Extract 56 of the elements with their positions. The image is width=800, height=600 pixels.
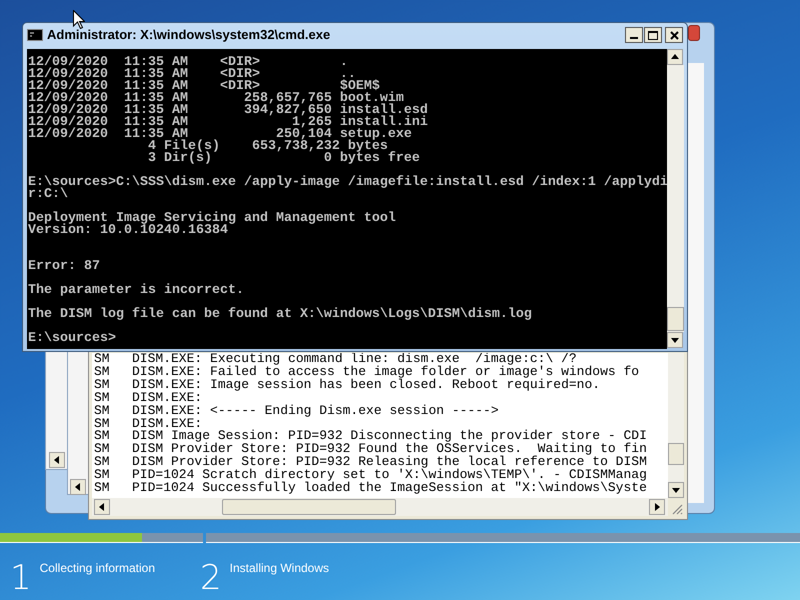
vertical-scrollbar[interactable] [667, 65, 684, 332]
scroll-left-button[interactable] [49, 452, 65, 468]
scroll-left-button[interactable] [94, 499, 110, 515]
log-message: DISM.EXE: Failed to access the image folder or image's windows fo [132, 366, 640, 379]
log-message: DISM Provider Store: PID=932 Releasing the local reference to DISM [132, 456, 647, 470]
console-line: The DISM log file can be found at X:\windows\Logs\DISM\dism.log [28, 309, 532, 321]
scroll-thumb[interactable] [222, 499, 396, 515]
scroll-thumb[interactable] [667, 307, 684, 331]
log-message: DISM.EXE: Image session has been closed. Reboot required=no. [132, 378, 600, 392]
console-icon [27, 29, 43, 41]
log-message: DISM.EXE: <----- Ending Dism.exe session -----> [132, 404, 499, 418]
log-message: DISM.EXE: [132, 392, 202, 405]
log-source: SM [93, 353, 111, 366]
window-title: Administrator: X:\windows\system32\cmd.exe [47, 26, 330, 44]
console-line: Error: 87 [28, 261, 100, 273]
step-label: Installing Windows [230, 560, 330, 577]
maximize-icon [648, 30, 658, 40]
console-line: 3 Dir(s) 0 bytes free [146, 153, 420, 165]
scroll-right-button[interactable] [649, 499, 665, 515]
log-source: SM [93, 378, 111, 392]
log-source: SM [93, 418, 111, 430]
log-source: SM [93, 443, 111, 456]
console-line: E:\sources> [28, 333, 116, 345]
close-icon [670, 30, 678, 40]
log-source: SM [93, 456, 111, 470]
log-source: SM [93, 482, 111, 495]
console-line: r:C:\ [28, 189, 68, 201]
log-source: SM [93, 392, 111, 405]
scroll-thumb[interactable] [668, 443, 684, 465]
log-message: PID=1024 Successfully loaded the ImageSession at "X:\windows\Syste [132, 482, 647, 495]
console-line: Deployment Image Servicing and Management tool [28, 213, 396, 225]
horizontal-scrollbar[interactable] [92, 498, 668, 516]
log-source: SM [93, 469, 111, 482]
console-line: Version: 10.0.10240.16384 [28, 225, 228, 237]
scroll-down-button[interactable] [667, 332, 683, 348]
vertical-scrollbar[interactable] [668, 353, 684, 482]
cursor-icon [73, 10, 85, 29]
log-message: DISM Image Session: PID=932 Disconnecting the provider store - CDI [132, 430, 647, 444]
log-source: SM [93, 430, 111, 444]
resize-grip-icon[interactable] [671, 503, 683, 515]
log-message: DISM Provider Store: PID=932 Found the OSServices. Waiting to fin [132, 443, 647, 456]
log-message: PID=1024 Scratch directory set to 'X:\windows\TEMP\'. - CDISMManag [132, 469, 647, 482]
maximize-button[interactable] [644, 27, 662, 43]
scroll-left-button[interactable] [70, 479, 86, 495]
log-source: SM [93, 404, 111, 418]
close-button[interactable] [665, 27, 683, 43]
step-number: 2 [200, 558, 222, 598]
step-number: 1 [10, 558, 32, 598]
log-source: SM [93, 366, 111, 379]
minimize-icon [630, 37, 638, 39]
scroll-up-button[interactable] [667, 49, 683, 65]
minimize-button[interactable] [625, 27, 643, 43]
log-message: DISM.EXE: [132, 418, 202, 430]
scroll-down-button[interactable] [668, 482, 684, 498]
step-label: Collecting information [40, 560, 156, 577]
console-line: The parameter is incorrect. [28, 285, 244, 297]
